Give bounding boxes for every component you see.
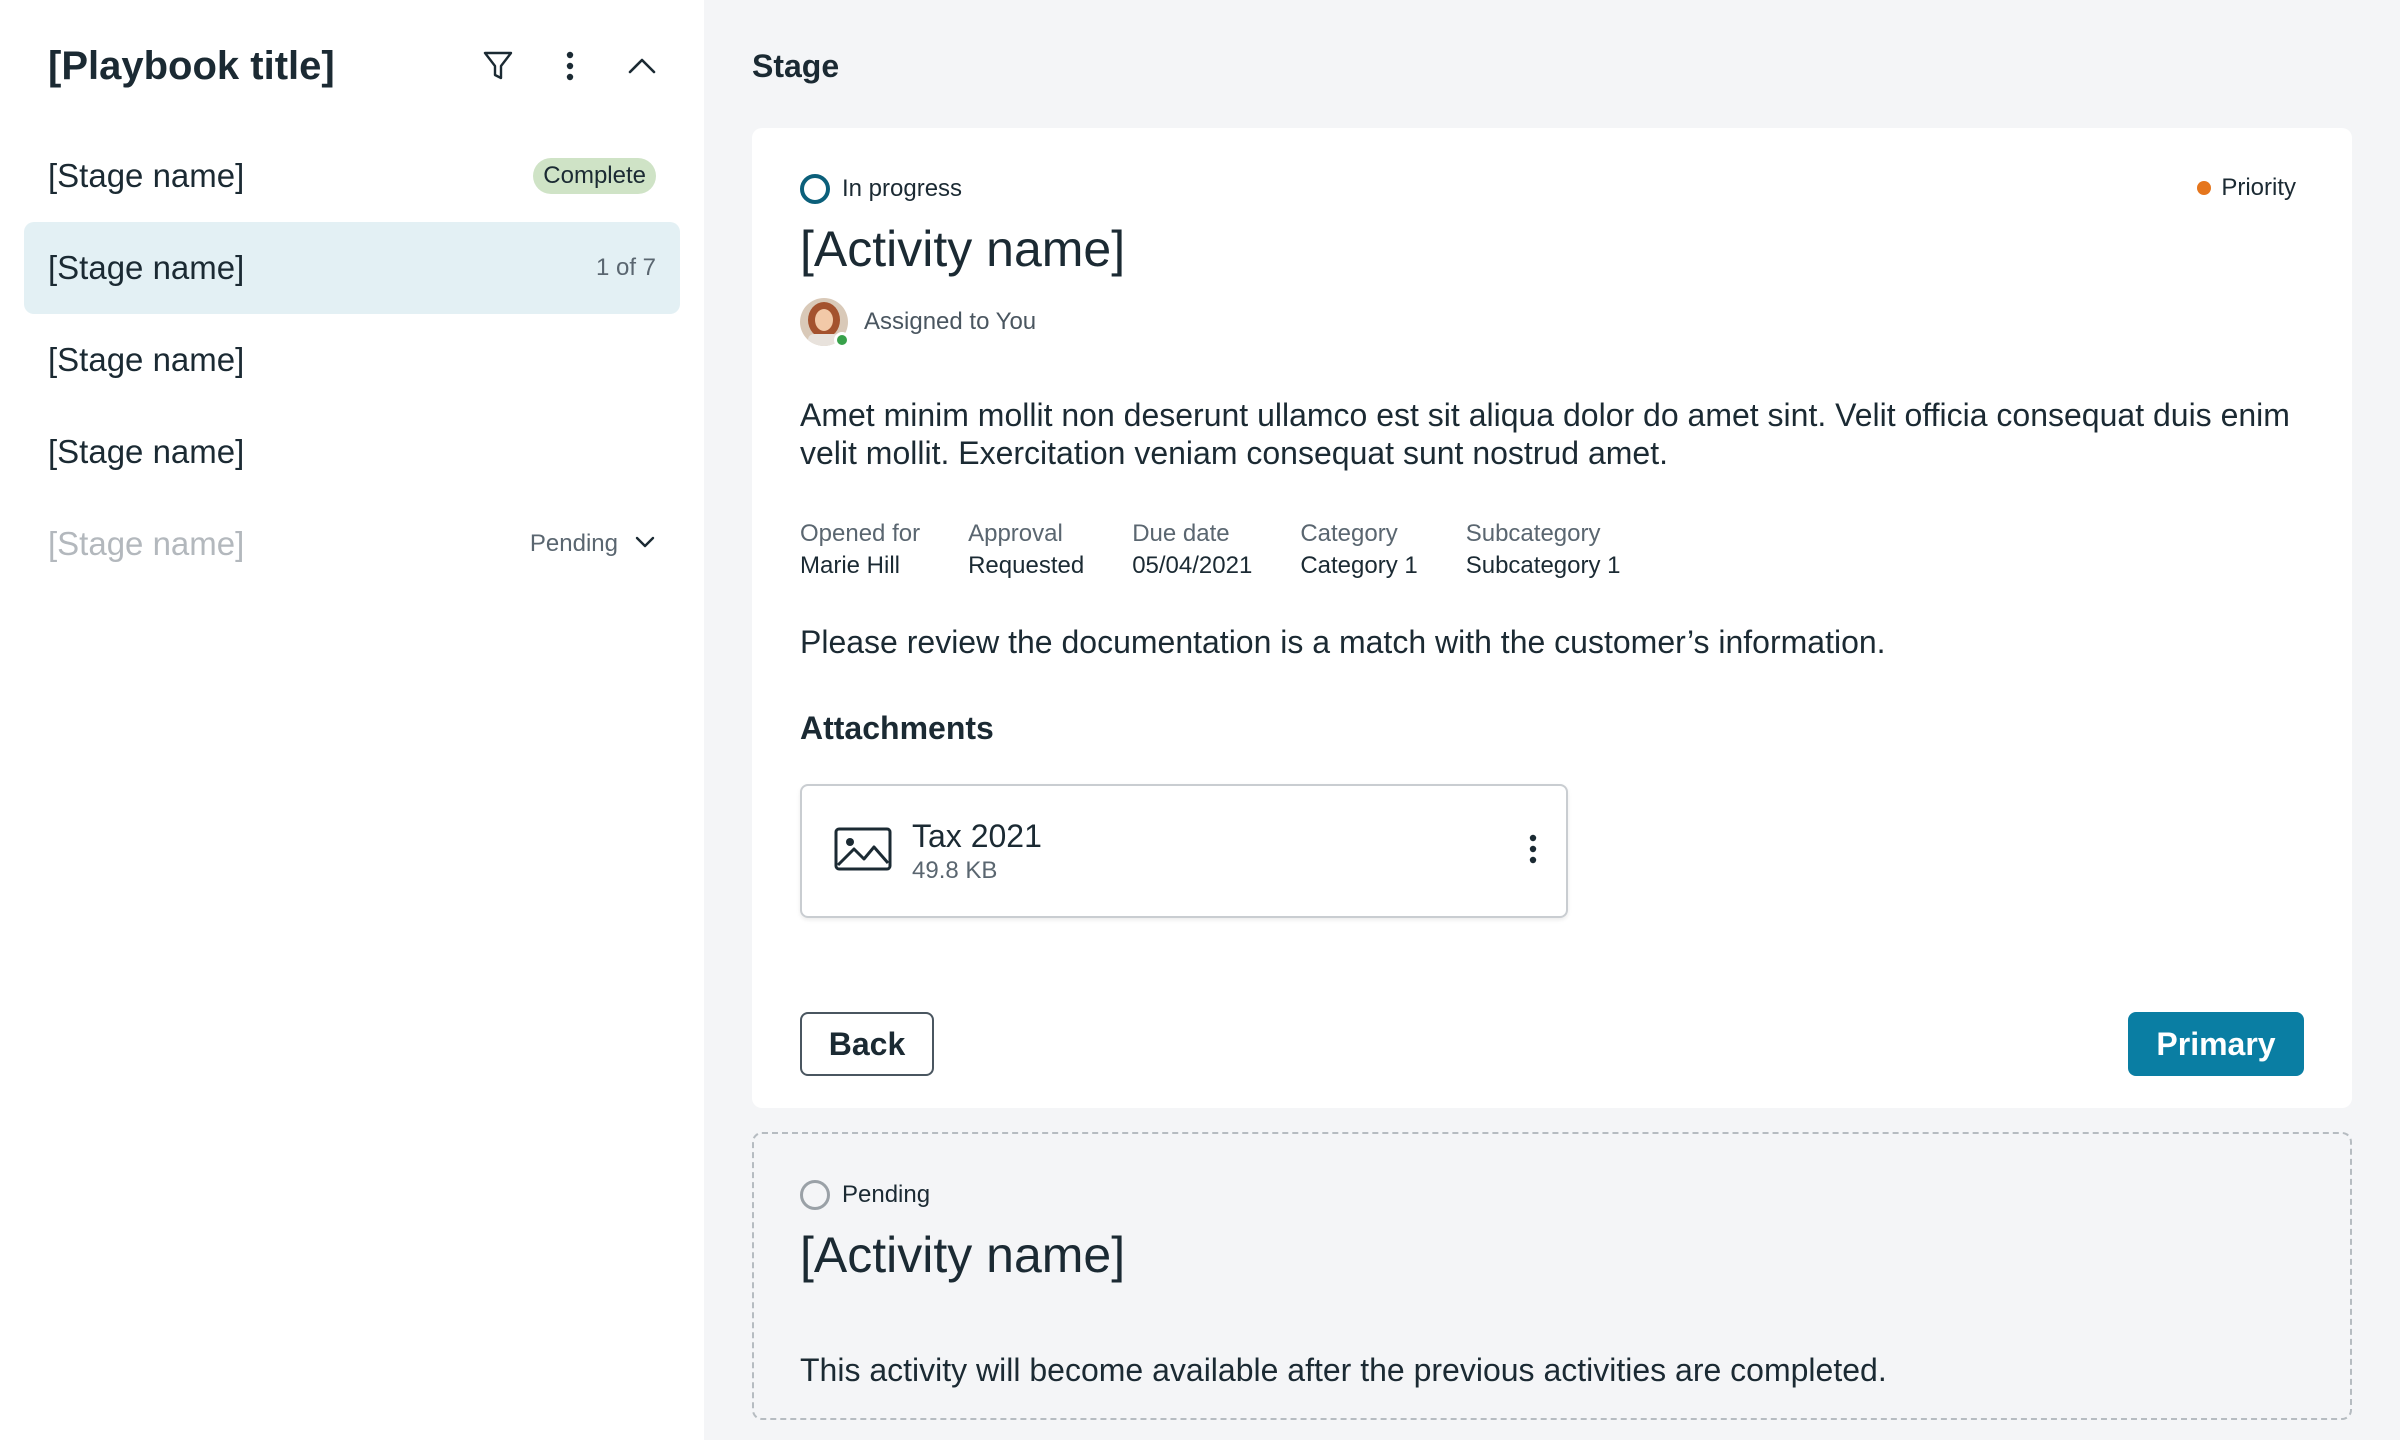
stage-main: Stage In progress Priority [Activity nam… <box>704 0 2400 1440</box>
field-category: Category Category 1 <box>1300 518 1417 582</box>
field-approval: Approval Requested <box>968 518 1084 582</box>
stage-item-complete[interactable]: [Stage name] Complete <box>24 130 680 222</box>
stage-pending-status: Pending <box>530 530 656 558</box>
image-icon <box>834 827 892 876</box>
avatar[interactable] <box>800 298 850 348</box>
chevron-up-icon[interactable] <box>620 44 664 88</box>
pending-status: Pending <box>800 1180 930 1210</box>
primary-button[interactable]: Primary <box>2128 1012 2304 1076</box>
pending-label: Pending <box>529 530 618 557</box>
filter-icon[interactable] <box>476 44 520 88</box>
priority-label: Priority <box>2221 174 2296 201</box>
field-label: Due date <box>1132 520 1230 547</box>
stage-item[interactable]: [Stage name] <box>24 314 680 406</box>
field-due-date: Due date 05/04/2021 <box>1132 518 1252 582</box>
activity-status: In progress <box>800 174 962 204</box>
field-value: 05/04/2021 <box>1132 552 1253 579</box>
stage-item-current[interactable]: [Stage name] 1 of 7 <box>24 222 680 314</box>
stage-item-pending[interactable]: [Stage name] Pending <box>24 498 680 590</box>
stage-list: [Stage name] Complete [Stage name] 1 of … <box>24 130 680 590</box>
more-vertical-icon[interactable] <box>548 44 592 88</box>
field-value: Requested <box>968 552 1085 579</box>
sidebar-actions <box>476 44 664 88</box>
back-button[interactable]: Back <box>800 1012 934 1076</box>
stage-name: [Stage name] <box>48 341 245 378</box>
attachments-heading: Attachments <box>800 710 994 746</box>
attachment-more-icon[interactable] <box>1528 834 1538 869</box>
attachment-name: Tax 2021 <box>912 818 1042 854</box>
assignee: Assigned to You <box>800 298 1037 348</box>
field-value: Category 1 <box>1300 552 1418 579</box>
online-status-icon <box>834 332 850 348</box>
activity-description: Amet minim mollit non deserunt ullamco e… <box>800 397 2290 471</box>
activity-instruction: Please review the documentation is a mat… <box>800 624 1886 660</box>
attachment-size: 49.8 KB <box>912 857 998 884</box>
stage-name: [Stage name] <box>48 525 245 562</box>
chevron-down-icon[interactable] <box>634 535 656 554</box>
stage-name: [Stage name] <box>48 157 245 194</box>
field-label: Category <box>1300 520 1398 547</box>
stage-name: [Stage name] <box>48 433 245 470</box>
field-value: Marie Hill <box>800 552 901 579</box>
playbook-sidebar: [Playbook title] [Stage name] Complete [… <box>0 0 704 1440</box>
in-progress-ring-icon <box>800 174 830 204</box>
attachment-card[interactable]: Tax 2021 49.8 KB <box>800 784 1568 918</box>
pending-activity-description: This activity will become available afte… <box>800 1352 1887 1388</box>
pending-status-label: Pending <box>842 1181 931 1208</box>
stage-item[interactable]: [Stage name] <box>24 406 680 498</box>
stage-name: [Stage name] <box>48 249 245 286</box>
pending-activity-card: Pending [Activity name] This activity wi… <box>752 1132 2352 1420</box>
activity-title: [Activity name] <box>800 221 1126 277</box>
pending-ring-icon <box>800 1180 830 1210</box>
activity-fields: Opened for Marie Hill Approval Requested… <box>800 518 1621 582</box>
field-opened-for: Opened for Marie Hill <box>800 518 920 582</box>
priority-dot-icon <box>2197 181 2212 195</box>
field-label: Opened for <box>800 520 921 547</box>
attachment-info: Tax 2021 49.8 KB <box>912 816 1528 886</box>
activity-card: In progress Priority [Activity name] Ass… <box>752 128 2352 1108</box>
sidebar-header: [Playbook title] <box>48 36 664 96</box>
field-label: Subcategory <box>1465 520 1601 547</box>
pending-activity-title: [Activity name] <box>800 1227 1126 1283</box>
priority-indicator: Priority <box>2197 174 2296 202</box>
field-value: Subcategory 1 <box>1465 552 1621 579</box>
field-subcategory: Subcategory Subcategory 1 <box>1466 518 1621 582</box>
status-label: In progress <box>842 175 963 202</box>
assigned-label: Assigned to You <box>864 308 1037 335</box>
complete-badge: Complete <box>533 158 656 194</box>
page-title: Stage <box>752 48 840 84</box>
playbook-title: [Playbook title] <box>48 43 335 88</box>
field-label: Approval <box>968 520 1063 547</box>
stage-progress-count: 1 of 7 <box>595 254 656 281</box>
